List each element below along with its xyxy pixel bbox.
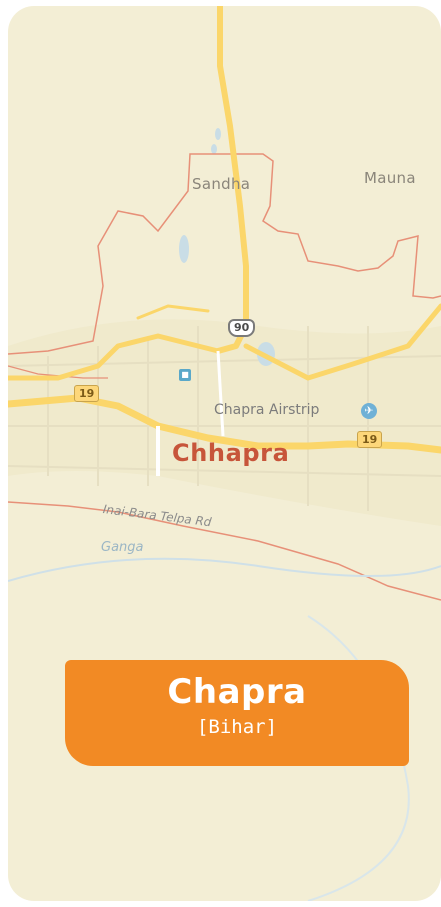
location-subtitle: [Bihar] — [196, 716, 278, 738]
bus-stop-icon: ■ — [179, 369, 191, 381]
district-boundary — [8, 501, 441, 601]
river-label: Ganga — [101, 540, 144, 555]
highway-shield-19: 19 — [74, 385, 100, 402]
road-north-minor — [136, 304, 210, 320]
place-label-airstrip: Chapra Airstrip — [214, 402, 320, 418]
location-title: Chapra — [167, 672, 307, 712]
river-line — [8, 557, 441, 582]
place-label-mauna: Mauna — [364, 169, 416, 187]
highway-shield-90: 90 — [228, 319, 256, 337]
place-label-sandha: Sandha — [192, 175, 251, 193]
pond — [179, 235, 189, 263]
pond — [215, 128, 221, 140]
map-card[interactable]: Sandha Mauna Chapra Airstrip ✈ ■ Chhapra… — [8, 6, 441, 901]
pond — [211, 144, 217, 154]
location-banner: Chapra [Bihar] — [65, 660, 409, 766]
city-label-chhapra: Chhapra — [172, 439, 290, 467]
airport-icon: ✈ — [361, 403, 377, 419]
highway-shield-19-east: 19 — [357, 431, 383, 448]
